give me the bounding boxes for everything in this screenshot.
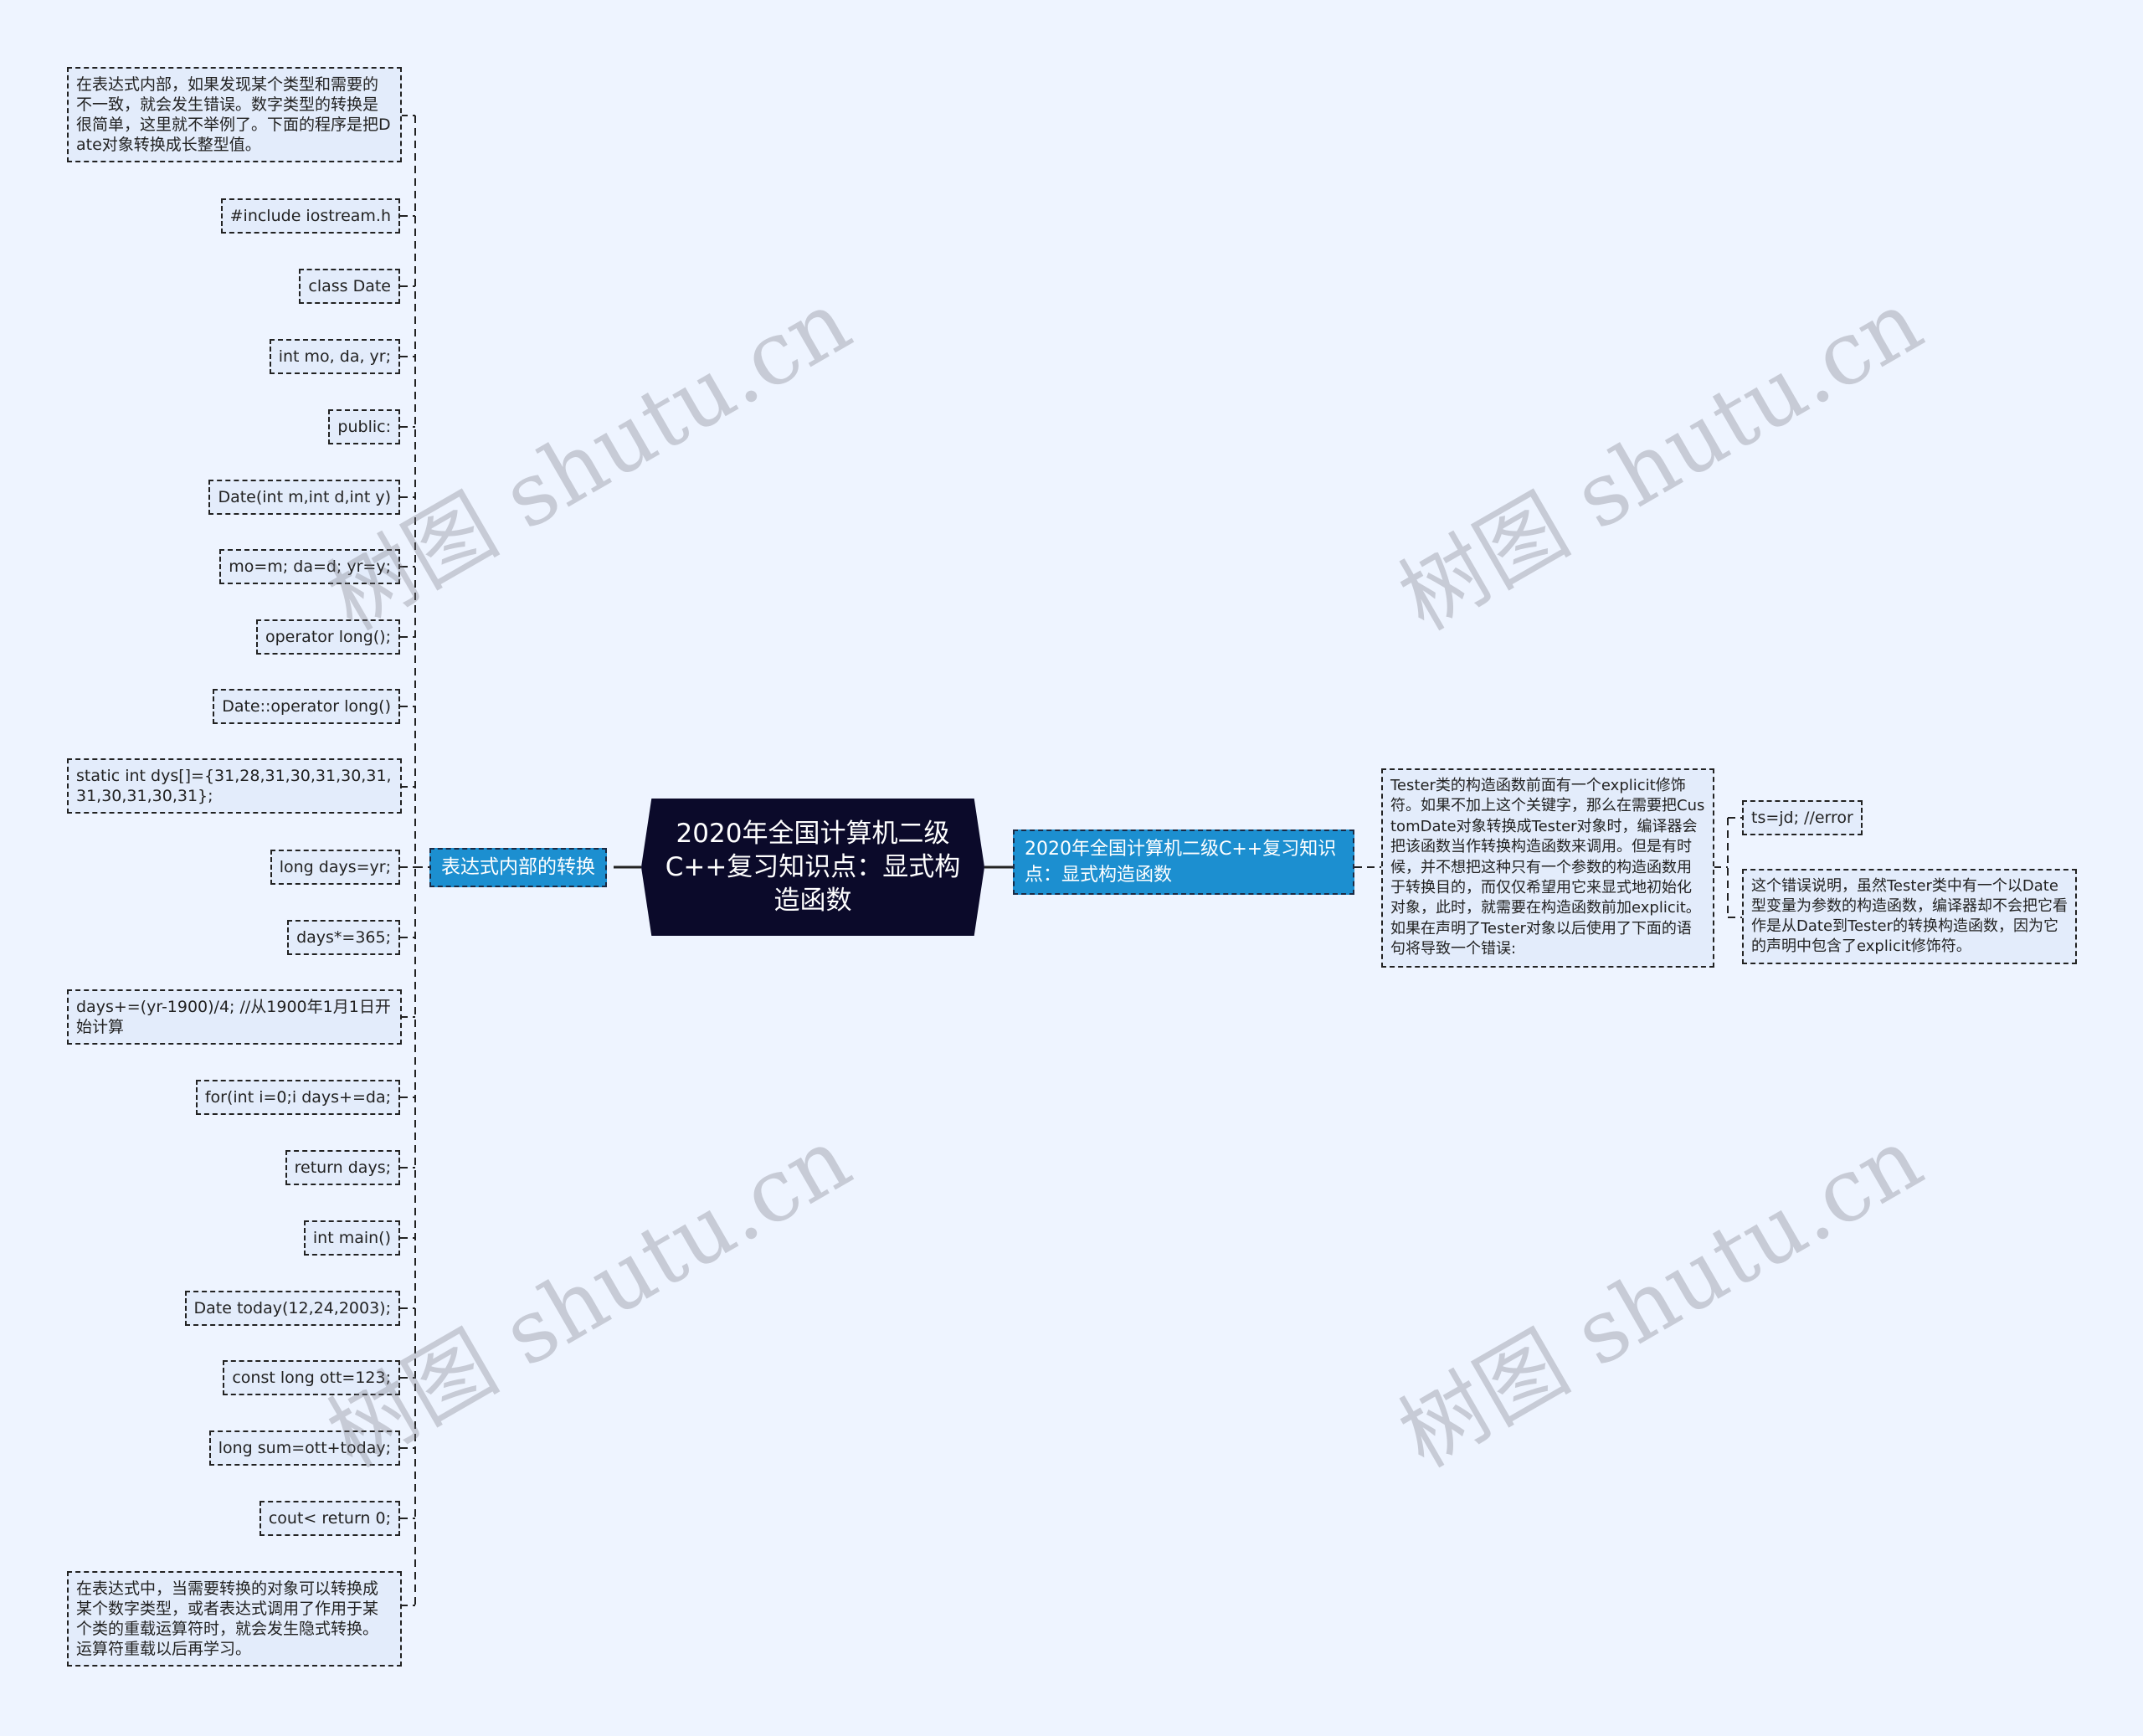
node-today[interactable]: Date today(12,24,2003); bbox=[184, 1291, 400, 1326]
node-main[interactable]: int main() bbox=[303, 1220, 400, 1256]
node-constructor[interactable]: Date(int m,int d,int y) bbox=[208, 480, 400, 515]
watermark: 树图 shutu.cn bbox=[1383, 270, 1939, 650]
root-title: 2020年全国计算机二级C++复习知识点：显式构造函数 bbox=[665, 819, 961, 916]
node-ts-error[interactable]: ts=jd; //error bbox=[1742, 800, 1863, 835]
node-cout[interactable]: cout< return 0; bbox=[259, 1501, 400, 1536]
node-members[interactable]: int mo, da, yr; bbox=[269, 339, 400, 374]
node-return-days[interactable]: return days; bbox=[285, 1150, 400, 1185]
node-operator-decl[interactable]: operator long(); bbox=[256, 619, 400, 655]
node-days-365[interactable]: days*=365; bbox=[287, 920, 400, 955]
node-class-date[interactable]: class Date bbox=[299, 269, 400, 304]
left-stubs bbox=[400, 115, 415, 1606]
root-topic[interactable]: 2020年全国计算机二级C++复习知识点：显式构造函数 bbox=[641, 799, 984, 936]
node-operator-def[interactable]: Date::operator long() bbox=[213, 689, 400, 724]
node-error-explanation[interactable]: 这个错误说明，虽然Tester类中有一个以Date型变量为参数的构造函数，编译器… bbox=[1742, 869, 2077, 964]
node-public[interactable]: public: bbox=[328, 409, 400, 444]
node-days-leap[interactable]: days+=(yr-1900)/4; //从1900年1月1日开始计算 bbox=[67, 989, 402, 1045]
node-tester-explanation[interactable]: Tester类的构造函数前面有一个explicit修饰符。如果不加上这个关键字，… bbox=[1381, 768, 1714, 968]
node-include[interactable]: #include iostream.h bbox=[220, 198, 400, 234]
branch-explicit-constructor[interactable]: 2020年全国计算机二级C++复习知识点：显式构造函数 bbox=[1013, 829, 1354, 895]
branch-expression-conversion[interactable]: 表达式内部的转换 bbox=[429, 848, 607, 887]
node-for-loop[interactable]: for(int i=0;i days+=da; bbox=[195, 1080, 400, 1115]
node-dys-array[interactable]: static int dys[]={31,28,31,30,31,30,31,3… bbox=[67, 758, 402, 814]
node-ott[interactable]: const long ott=123; bbox=[223, 1360, 400, 1395]
node-sum[interactable]: long sum=ott+today; bbox=[208, 1430, 400, 1466]
node-long-days[interactable]: long days=yr; bbox=[270, 850, 400, 885]
watermark: 树图 shutu.cn bbox=[311, 270, 867, 650]
node-intro[interactable]: 在表达式内部，如果发现某个类型和需要的不一致，就会发生错误。数字类型的转换是很简… bbox=[67, 67, 402, 162]
watermark: 树图 shutu.cn bbox=[1383, 1107, 1939, 1487]
node-assign[interactable]: mo=m; da=d; yr=y; bbox=[219, 549, 400, 584]
node-implicit-note[interactable]: 在表达式中，当需要转换的对象可以转换成某个数字类型，或者表达式调用了作用于某个类… bbox=[67, 1571, 402, 1667]
